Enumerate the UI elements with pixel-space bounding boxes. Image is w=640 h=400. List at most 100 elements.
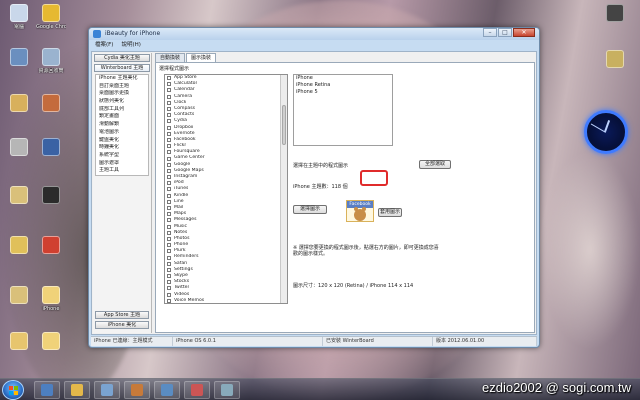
app-checkbox[interactable] (167, 119, 171, 124)
app-checkbox[interactable] (167, 175, 171, 180)
category-item[interactable]: 時鐘美化 (96, 144, 148, 152)
desktop-shortcut[interactable] (4, 186, 34, 206)
category-item[interactable]: 底部工具列 (96, 106, 148, 114)
app-checkbox[interactable] (167, 286, 171, 291)
app-checkbox[interactable] (167, 168, 171, 173)
app-checkbox[interactable] (167, 249, 171, 254)
app-checkbox[interactable] (167, 113, 171, 118)
tab-icon-change[interactable]: 圖示換裝 (186, 53, 217, 62)
app-checkbox[interactable] (167, 156, 171, 161)
app-checkbox[interactable] (167, 236, 171, 241)
cydia-theme-button[interactable]: Cydia 美化主題 (94, 54, 150, 62)
desktop-shortcut[interactable]: iPhone (36, 286, 66, 312)
app-checkbox[interactable] (167, 298, 171, 303)
app-checkbox[interactable] (167, 76, 171, 81)
app-checkbox[interactable] (167, 224, 171, 229)
desktop-shortcut[interactable]: Google Chrome (36, 4, 66, 30)
app-checkbox[interactable] (167, 131, 171, 136)
category-item[interactable]: 滑動解鎖 (96, 121, 148, 129)
iphone-beautify-button[interactable]: iPhone 美化 (95, 321, 149, 329)
app-checkbox[interactable] (167, 88, 171, 93)
desktop-shortcut[interactable] (4, 94, 34, 114)
device-item[interactable]: iPhone (294, 75, 392, 82)
scrollbar-thumb[interactable] (282, 105, 286, 145)
app-checkbox[interactable] (167, 144, 171, 149)
app-checkbox[interactable] (167, 82, 171, 87)
app-checkbox[interactable] (167, 193, 171, 198)
app-checkbox[interactable] (167, 243, 171, 248)
category-item[interactable]: 鎖定畫面 (96, 113, 148, 121)
category-item[interactable]: iPhone 主題美化 (96, 75, 148, 83)
start-button[interactable] (2, 380, 24, 400)
close-button[interactable]: ✕ (513, 28, 535, 37)
category-item[interactable]: 電池圖示 (96, 129, 148, 137)
maximize-button[interactable]: □ (498, 28, 512, 37)
taskbar-app-button[interactable] (94, 381, 120, 399)
app-checkbox[interactable] (167, 255, 171, 260)
app-checkbox[interactable] (167, 230, 171, 235)
taskbar-app-button[interactable] (184, 381, 210, 399)
category-item[interactable]: 主題工具 (96, 167, 148, 175)
app-checkbox[interactable] (167, 218, 171, 223)
facebook-icon-preview[interactable]: Facebook (346, 200, 374, 222)
taskbar-app-button[interactable] (124, 381, 150, 399)
apply-icon-button[interactable]: 套用圖示 (378, 208, 402, 217)
app-checkbox[interactable] (167, 162, 171, 167)
appstore-theme-button[interactable]: App Store 主題 (95, 311, 149, 319)
app-checkbox[interactable] (167, 292, 171, 297)
app-checkbox[interactable] (167, 274, 171, 279)
category-item[interactable]: 圖示遮罩 (96, 160, 148, 168)
category-item[interactable]: 自訂桌面主題 (96, 83, 148, 91)
desktop-shortcut[interactable] (4, 236, 34, 256)
app-list[interactable]: App Store Calculator Calendar Camera Clock Co… (164, 74, 288, 304)
desktop-shortcut[interactable]: 資源回收筒 (36, 48, 66, 74)
desktop-shortcut[interactable] (4, 286, 34, 306)
taskbar-app-button[interactable] (214, 381, 240, 399)
app-checkbox[interactable] (167, 187, 171, 192)
select-all-button[interactable]: 全部選取 (419, 160, 451, 169)
device-item[interactable]: iPhone 5 (294, 89, 392, 96)
app-checkbox[interactable] (167, 280, 171, 285)
winterboard-theme-button[interactable]: Winterboard 主題 (94, 64, 150, 72)
app-checkbox[interactable] (167, 100, 171, 105)
tab-auto-change[interactable]: 自動換裝 (155, 53, 186, 62)
app-checkbox[interactable] (167, 199, 171, 204)
device-list[interactable]: iPhone iPhone Retina iPhone 5 (293, 74, 393, 146)
taskbar-app-button[interactable] (34, 381, 60, 399)
desktop-shortcut[interactable] (600, 50, 630, 70)
window-titlebar[interactable]: iBeauty for iPhone – □ ✕ (89, 28, 539, 40)
app-checkbox[interactable] (167, 212, 171, 217)
category-item[interactable]: 狀態列美化 (96, 98, 148, 106)
app-checkbox[interactable] (167, 261, 171, 266)
app-checkbox[interactable] (167, 107, 171, 112)
desktop-shortcut[interactable] (36, 332, 66, 352)
app-checkbox[interactable] (167, 137, 171, 142)
minimize-button[interactable]: – (483, 28, 497, 37)
device-item[interactable]: iPhone Retina (294, 82, 392, 89)
choose-icon-button[interactable]: 選擇圖示 (293, 205, 327, 214)
app-list-scrollbar[interactable] (280, 75, 287, 303)
desktop-shortcut[interactable]: 電腦 (4, 4, 34, 30)
desktop-shortcut[interactable] (4, 138, 34, 158)
desktop-shortcut[interactable] (36, 186, 66, 206)
app-checkbox[interactable] (167, 150, 171, 155)
app-checkbox[interactable] (167, 181, 171, 186)
menu-file[interactable]: 檔案(F) (91, 41, 117, 50)
taskbar-app-button[interactable] (154, 381, 180, 399)
desktop-shortcut[interactable] (4, 332, 34, 352)
taskbar-app-button[interactable] (64, 381, 90, 399)
category-item[interactable]: 鍵盤美化 (96, 137, 148, 145)
app-checkbox[interactable] (167, 94, 171, 99)
desktop-clock-gadget[interactable] (584, 110, 628, 154)
category-item[interactable]: 桌面圖示更換 (96, 90, 148, 98)
category-item[interactable]: 系統字型 (96, 152, 148, 160)
desktop-shortcut[interactable] (600, 4, 630, 24)
desktop-shortcut[interactable] (36, 138, 66, 158)
menu-help[interactable]: 說明(H) (117, 41, 144, 50)
desktop-shortcut[interactable] (36, 236, 66, 256)
desktop-shortcut[interactable] (4, 48, 34, 68)
desktop-shortcut[interactable] (36, 94, 66, 114)
app-checkbox[interactable] (167, 125, 171, 130)
app-checkbox[interactable] (167, 206, 171, 211)
app-checkbox[interactable] (167, 267, 171, 272)
